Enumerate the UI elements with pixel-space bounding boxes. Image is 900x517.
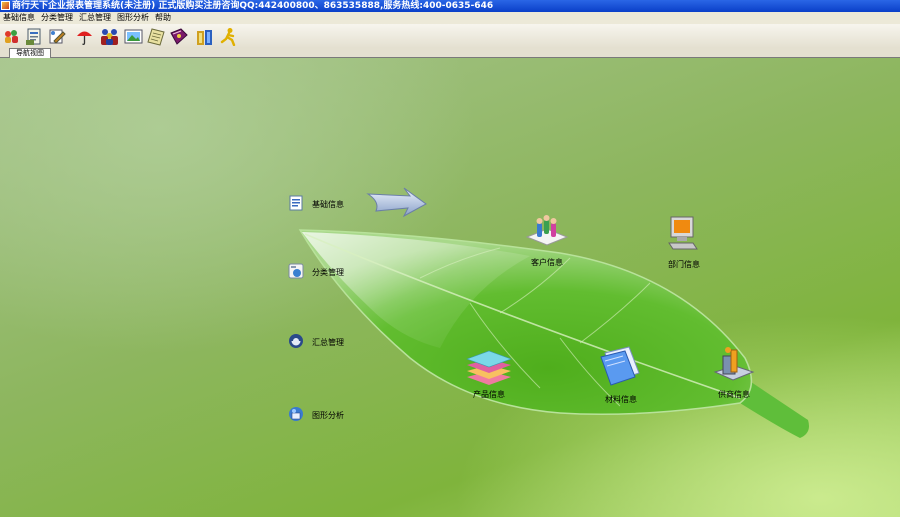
- material-files-icon: [600, 346, 640, 386]
- umbrella-icon: [77, 31, 92, 45]
- people-icon: [5, 30, 18, 43]
- customers-icon: [525, 215, 569, 246]
- report-icon: [26, 28, 41, 45]
- chart-analysis-icon: [289, 407, 303, 421]
- app-icon: [1, 1, 10, 10]
- computer-icon: [668, 216, 698, 250]
- runner-icon: [220, 28, 236, 47]
- nav-item-label: 分类管理: [312, 268, 344, 277]
- book-icon: [170, 28, 188, 45]
- toolbar-runner-button[interactable]: [219, 27, 238, 47]
- toolbar-people-button[interactable]: [2, 27, 21, 46]
- window-title: 商行天下企业报表管理系统(未注册) 正式版购买注册咨询QQ:442400800、…: [12, 1, 494, 11]
- nav-item-label: 基础信息: [312, 200, 344, 209]
- toolbar-report-button[interactable]: [25, 27, 44, 46]
- toolbar-gift-button[interactable]: [195, 27, 214, 46]
- tab-navigation-view[interactable]: 导航视图: [9, 48, 51, 58]
- tools-icon: [49, 29, 66, 44]
- toolbar-notepad-button[interactable]: [147, 27, 166, 46]
- node-label: 部门信息: [668, 260, 700, 269]
- menu-chart-analysis[interactable]: 图形分析: [114, 12, 152, 24]
- title-bar: 商行天下企业报表管理系统(未注册) 正式版购买注册咨询QQ:442400800、…: [0, 0, 900, 12]
- document-icon: [289, 195, 303, 211]
- notepad-icon: [147, 28, 165, 46]
- toolbar-tools-button[interactable]: [48, 27, 67, 46]
- summary-icon: [289, 334, 303, 348]
- supplier-icon: [713, 347, 755, 381]
- menu-help[interactable]: 帮助: [152, 12, 174, 24]
- category-icon: [288, 263, 304, 279]
- node-label: 产品信息: [473, 390, 505, 399]
- image-icon: [124, 29, 143, 44]
- toolbar-book-button[interactable]: [169, 27, 188, 46]
- menu-bar: 基础信息 分类管理 汇总管理 图形分析 帮助: [0, 12, 900, 24]
- menu-category-management[interactable]: 分类管理: [38, 12, 76, 24]
- leaf-illustration: [298, 187, 809, 438]
- nav-item-label: 图形分析: [312, 411, 344, 420]
- gift-icon: [197, 30, 212, 45]
- view-tabs: 导航视图: [0, 48, 900, 58]
- navigation-canvas: 基础信息 分类管理 汇总管理 图形分析 客户信息 部门信息 产品信息 材料信息 …: [0, 58, 900, 517]
- node-label: 供商信息: [718, 390, 750, 399]
- node-label: 客户信息: [531, 258, 563, 267]
- users-icon: [101, 29, 118, 45]
- product-stack-icon: [466, 350, 512, 385]
- toolbar-umbrella-button[interactable]: [75, 27, 94, 46]
- menu-basic-info[interactable]: 基础信息: [0, 12, 38, 24]
- arrow-decoration: [366, 187, 427, 218]
- toolbar-users-button[interactable]: [100, 27, 119, 46]
- nav-item-label: 汇总管理: [312, 338, 344, 347]
- node-label: 材料信息: [605, 395, 637, 404]
- toolbar-image-button[interactable]: [124, 27, 143, 46]
- toolbar: [0, 24, 900, 49]
- menu-summary-management[interactable]: 汇总管理: [76, 12, 114, 24]
